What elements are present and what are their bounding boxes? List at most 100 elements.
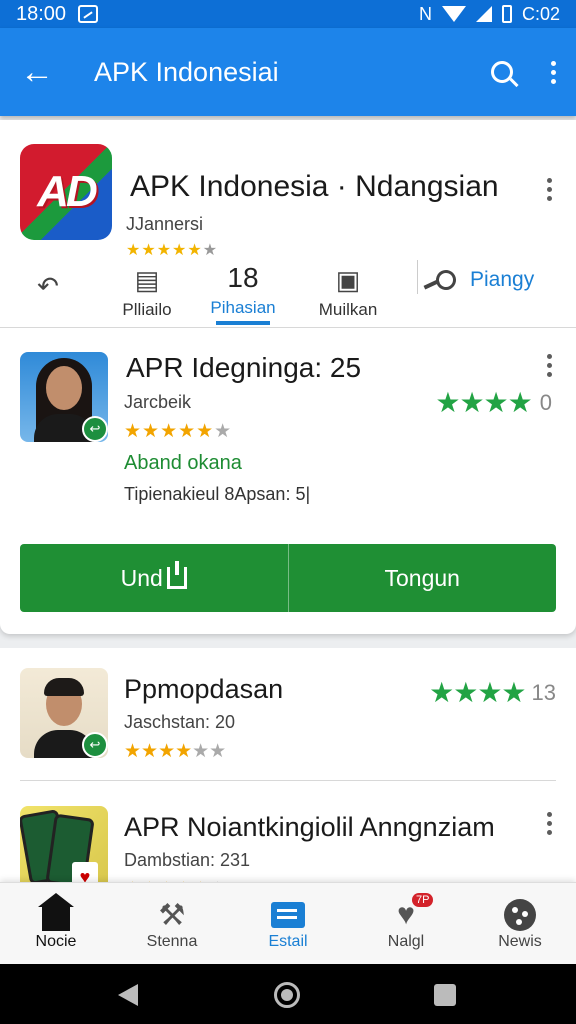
reply-icon: ↶	[37, 270, 59, 301]
tab-active-number: 18	[227, 262, 259, 293]
tab-active-indicator	[216, 321, 270, 325]
list-item-stars-filled: ★★★★	[124, 741, 193, 762]
featured-rating: ★★★★ 0	[435, 386, 552, 419]
tongun-button[interactable]: Tongun	[287, 544, 557, 612]
featured-avatar: ↩	[20, 352, 108, 442]
app-bar-title: APK Indonesiai	[94, 56, 279, 87]
featured-status: Aband okana	[124, 452, 242, 474]
list-item-more-icon[interactable]	[547, 812, 552, 835]
app-bar-actions	[491, 60, 556, 84]
app-logo-text: AD	[37, 167, 98, 216]
app-bar: ← APK Indonesiai	[0, 28, 576, 116]
app-detail-card: AD APK Indonesia · Ndangsian JJannersi ★…	[0, 120, 576, 634]
list-item-subtitle: Jaschstan: 20	[124, 712, 236, 732]
nav-home[interactable]: Nocie	[6, 883, 106, 965]
nav-estail[interactable]: Estail	[238, 883, 338, 965]
nav-home-label: Nocie	[35, 933, 77, 950]
tab-news-label: Plliailo	[122, 300, 172, 319]
list-item-stars-empty: ★★	[192, 741, 227, 762]
status-bar: 18:00 N C:02	[0, 0, 576, 28]
list-item[interactable]: ↩ Ppmopdasan Jaschstan: 20 ★★★★★★ ★★★★ 1…	[20, 668, 556, 763]
verified-badge-icon: ↩	[82, 416, 108, 442]
list-divider	[20, 780, 556, 781]
app-title: APK Indonesia · Ndangsian	[130, 170, 499, 203]
tongun-button-label: Tongun	[384, 564, 460, 591]
key-icon	[433, 267, 459, 293]
list-icon	[271, 902, 305, 928]
verified-badge-icon: ↩	[82, 732, 108, 758]
tab-piangy[interactable]: Piangy	[433, 260, 535, 300]
nav-nalgl-label: Nalgl	[387, 933, 425, 950]
nav-estail-label: Estail	[268, 933, 308, 950]
bottom-navigation: Nocie ⚒ Stenna Estail ♥ 7P Nalgl Newis	[0, 882, 576, 964]
app-developer: JJannersi	[126, 214, 204, 234]
install-button[interactable]: Und	[20, 544, 288, 612]
list-item-title: APR Noiantkingiolil Anngnziam	[124, 812, 495, 842]
system-navigation	[0, 964, 576, 1024]
tab-news[interactable]: ▤ Plliailo	[110, 256, 184, 328]
featured-subtitle: Jarcbeik	[124, 392, 192, 412]
tab-mulkan[interactable]: ▣ Muilkan	[308, 256, 388, 328]
home-icon	[38, 893, 74, 931]
list-item-title: Ppmopdasan	[124, 674, 284, 704]
tv-icon: ▣	[335, 264, 361, 295]
status-time: 18:00	[16, 2, 67, 25]
app-more-icon[interactable]	[547, 178, 552, 201]
featured-info: Tipienakieul 8Apsan: 5|	[124, 484, 311, 504]
signal-icon	[475, 6, 492, 22]
list-item-rating-count: 13	[531, 679, 556, 705]
featured-rating-count: 0	[539, 389, 552, 415]
system-home-icon[interactable]	[274, 982, 300, 1008]
battery-icon	[501, 5, 512, 23]
featured-stars-filled: ★★★★★	[124, 421, 215, 442]
hammer-icon: ⚒	[158, 898, 186, 932]
featured-stars: ★★★★★★	[124, 420, 232, 443]
list-item[interactable]: ♥ APR Noiantkingiolil Anngnziam Dambstia…	[20, 806, 556, 900]
tab-bar: ↶ ▤ Plliailo 18 Pihasian ▣ Muilkan Piang…	[0, 256, 576, 328]
tab-divider	[417, 260, 418, 294]
nav-stenna[interactable]: ⚒ Stenna	[122, 883, 222, 965]
circle-icon	[504, 899, 536, 931]
list-item-rating: ★★★★ 13	[429, 676, 556, 709]
tab-reply[interactable]: ↶	[20, 256, 76, 328]
nav-newis-label: Newis	[498, 933, 542, 950]
list-icon-wrap	[238, 897, 338, 933]
circle-icon-wrap	[470, 897, 570, 933]
app-header: AD APK Indonesia · Ndangsian JJannersi ★…	[20, 144, 556, 259]
system-back-icon[interactable]	[118, 984, 138, 1006]
search-icon[interactable]	[491, 61, 513, 83]
install-button-label: Und	[120, 564, 163, 591]
news-icon: ▤	[134, 264, 160, 295]
app-list: ↩ Ppmopdasan Jaschstan: 20 ★★★★★★ ★★★★ 1…	[0, 648, 576, 900]
featured-more-icon[interactable]	[547, 354, 552, 377]
tab-mulkan-label: Muilkan	[318, 300, 378, 319]
featured-title: APR Idegninga: 25	[126, 352, 362, 383]
network-indicator: N	[418, 3, 432, 24]
install-icon	[166, 561, 187, 589]
featured-stars-empty: ★	[214, 421, 233, 442]
system-recents-icon[interactable]	[434, 984, 456, 1006]
list-item-stars: ★★★★★★	[124, 740, 226, 763]
wifi-icon	[441, 6, 466, 22]
featured-rating-stars: ★★★★	[435, 387, 532, 418]
app-logo[interactable]: AD	[20, 144, 112, 240]
list-item-subtitle: Dambstian: 231	[124, 850, 251, 870]
nav-nalgl-badge: 7P	[412, 893, 434, 907]
action-button-group: Und Tongun	[20, 544, 556, 612]
nav-newis[interactable]: Newis	[470, 883, 570, 965]
status-clock-right: C:02	[521, 3, 560, 24]
back-arrow-icon[interactable]: ←	[20, 55, 60, 89]
heart-icon: ♥	[397, 898, 415, 931]
tab-active[interactable]: 18 Pihasian	[198, 256, 288, 328]
list-item-rating-stars: ★★★★	[429, 677, 526, 708]
more-vert-icon[interactable]	[551, 60, 556, 84]
tab-active-label: Pihasian	[210, 298, 276, 317]
nav-nalgl[interactable]: ♥ 7P Nalgl	[356, 883, 456, 965]
nav-stenna-label: Stenna	[146, 933, 198, 950]
home-icon-wrap	[6, 893, 106, 933]
featured-item[interactable]: ↩ APR Idegninga: 25 Jarcbeik ★★★★★★ Aban…	[20, 352, 556, 512]
list-item-avatar: ↩	[20, 668, 108, 758]
status-right: N C:02	[419, 4, 560, 25]
edit-icon	[78, 5, 99, 23]
tab-piangy-label: Piangy	[470, 268, 535, 291]
